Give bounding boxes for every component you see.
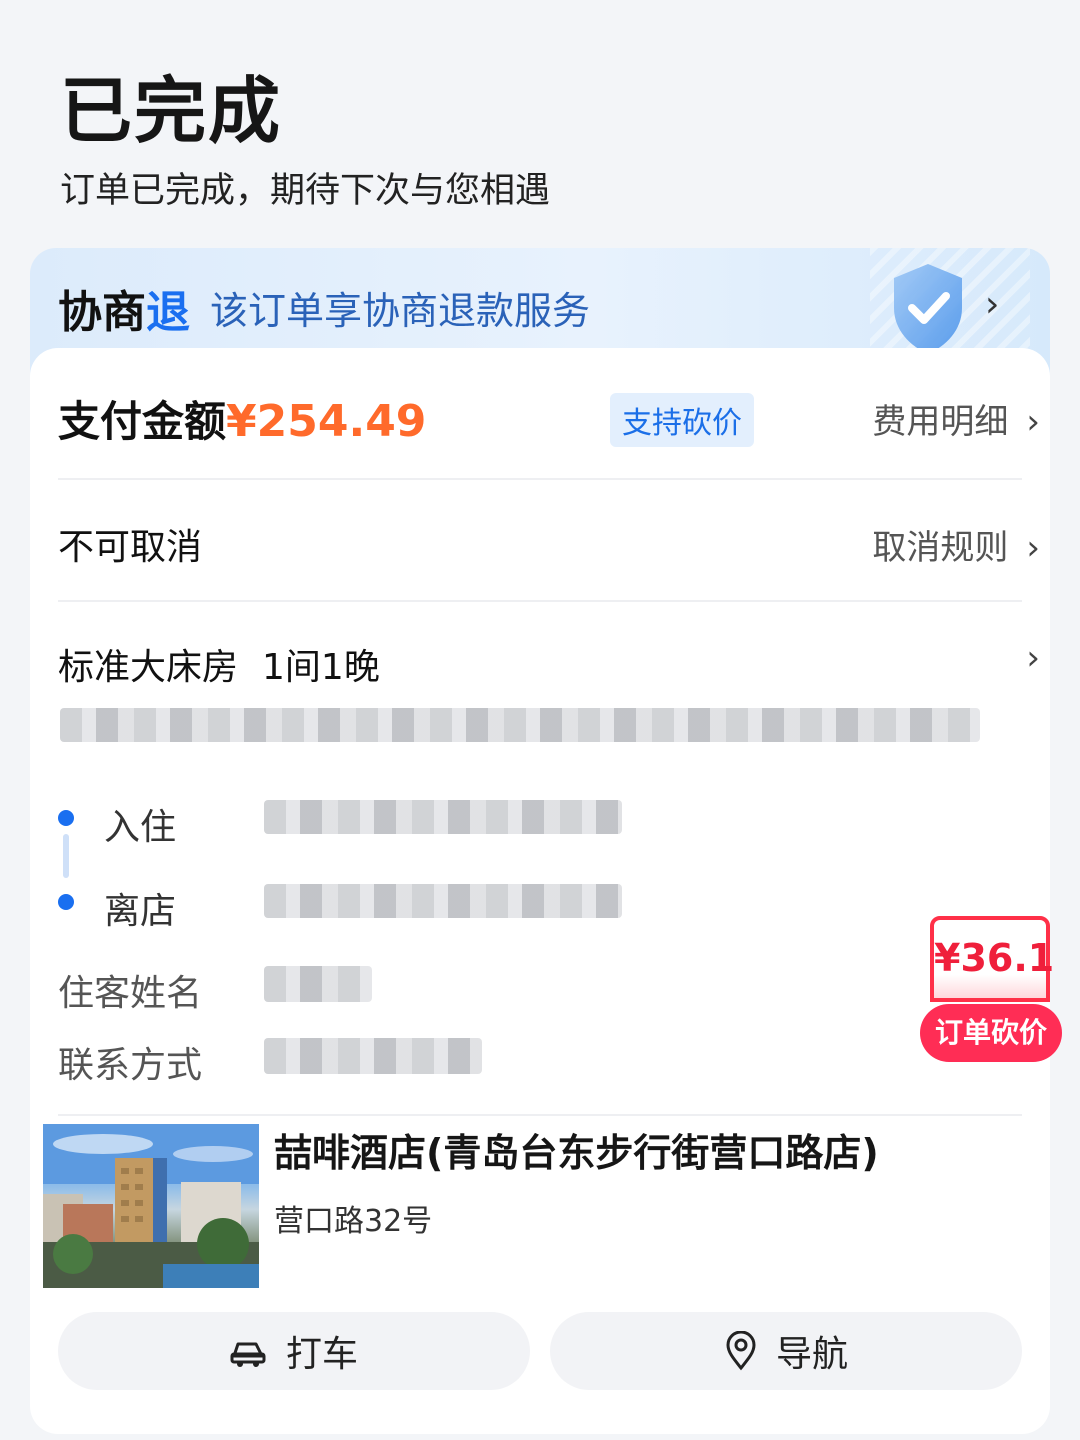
order-bargain-badge[interactable]: ¥36.1 订单砍价 <box>920 916 1062 1064</box>
hotel-photo[interactable] <box>43 1124 259 1288</box>
fee-details-link[interactable]: 费用明细 › <box>872 394 1040 443</box>
contact-redacted <box>264 1038 482 1074</box>
checkout-date-redacted <box>264 884 622 918</box>
chevron-right-icon: › <box>1026 402 1040 442</box>
checkin-date-redacted <box>264 800 622 834</box>
room-detail-chevron[interactable]: › <box>1008 638 1040 678</box>
payment-amount: ¥254.49 <box>226 396 427 447</box>
hotel-address: 营口路32号 <box>274 1204 433 1239</box>
guest-name-label: 住客姓名 <box>58 973 203 1014</box>
guest-name-redacted <box>264 966 372 1002</box>
payment-label: 支付金额 <box>58 397 227 446</box>
divider <box>58 600 1022 602</box>
banner-title-accent: 退 <box>146 287 190 338</box>
room-type: 标准大床房 <box>58 647 239 688</box>
location-pin-icon <box>726 1331 756 1371</box>
order-status-title: 已完成 <box>60 69 283 153</box>
banner-title-prefix: 协商 <box>58 287 146 338</box>
order-detail-page: 已完成 订单已完成，期待下次与您相遇 协商退 该订单享协商退款服务 › 支付金额… <box>0 0 1080 1440</box>
checkout-label: 离店 <box>104 891 177 932</box>
divider <box>58 1114 1022 1116</box>
chevron-right-icon: › <box>985 284 1000 325</box>
fee-details-label: 费用明细 <box>872 402 1009 442</box>
banner-description: 该订单享协商退款服务 <box>210 289 591 333</box>
navigate-button[interactable]: 导航 <box>550 1312 1022 1390</box>
checkout-dot <box>58 894 74 910</box>
room-details-redacted <box>60 708 980 742</box>
checkin-label: 入住 <box>104 807 177 848</box>
hotel-name[interactable]: 喆啡酒店(青岛台东步行街营口路店) <box>274 1122 879 1177</box>
car-icon <box>230 1342 266 1367</box>
shield-check-icon <box>894 264 962 354</box>
bargain-amount: ¥36.1 <box>930 916 1054 1002</box>
cancel-rules-link[interactable]: 取消规则 › <box>872 520 1040 569</box>
hotel-building-image <box>43 1124 259 1288</box>
contact-label: 联系方式 <box>58 1045 203 1086</box>
order-status-subtitle: 订单已完成，期待下次与您相遇 <box>60 171 551 211</box>
taxi-label: 打车 <box>285 1334 358 1375</box>
cancel-rules-label: 取消规则 <box>872 528 1009 568</box>
chevron-right-icon: › <box>1026 638 1040 678</box>
bargain-support-tag: 支持砍价 <box>610 393 754 447</box>
taxi-button[interactable]: 打车 <box>58 1312 530 1390</box>
checkin-dot <box>58 810 74 826</box>
navigate-label: 导航 <box>775 1334 848 1375</box>
chevron-right-icon: › <box>1026 528 1040 568</box>
room-info[interactable]: 标准大床房 1间1晚 <box>58 638 1022 690</box>
room-count: 1间1晚 <box>262 647 380 688</box>
timeline-line <box>63 834 69 878</box>
divider <box>58 478 1022 480</box>
banner-title: 协商退 <box>58 276 190 340</box>
bargain-label: 订单砍价 <box>920 1004 1062 1062</box>
